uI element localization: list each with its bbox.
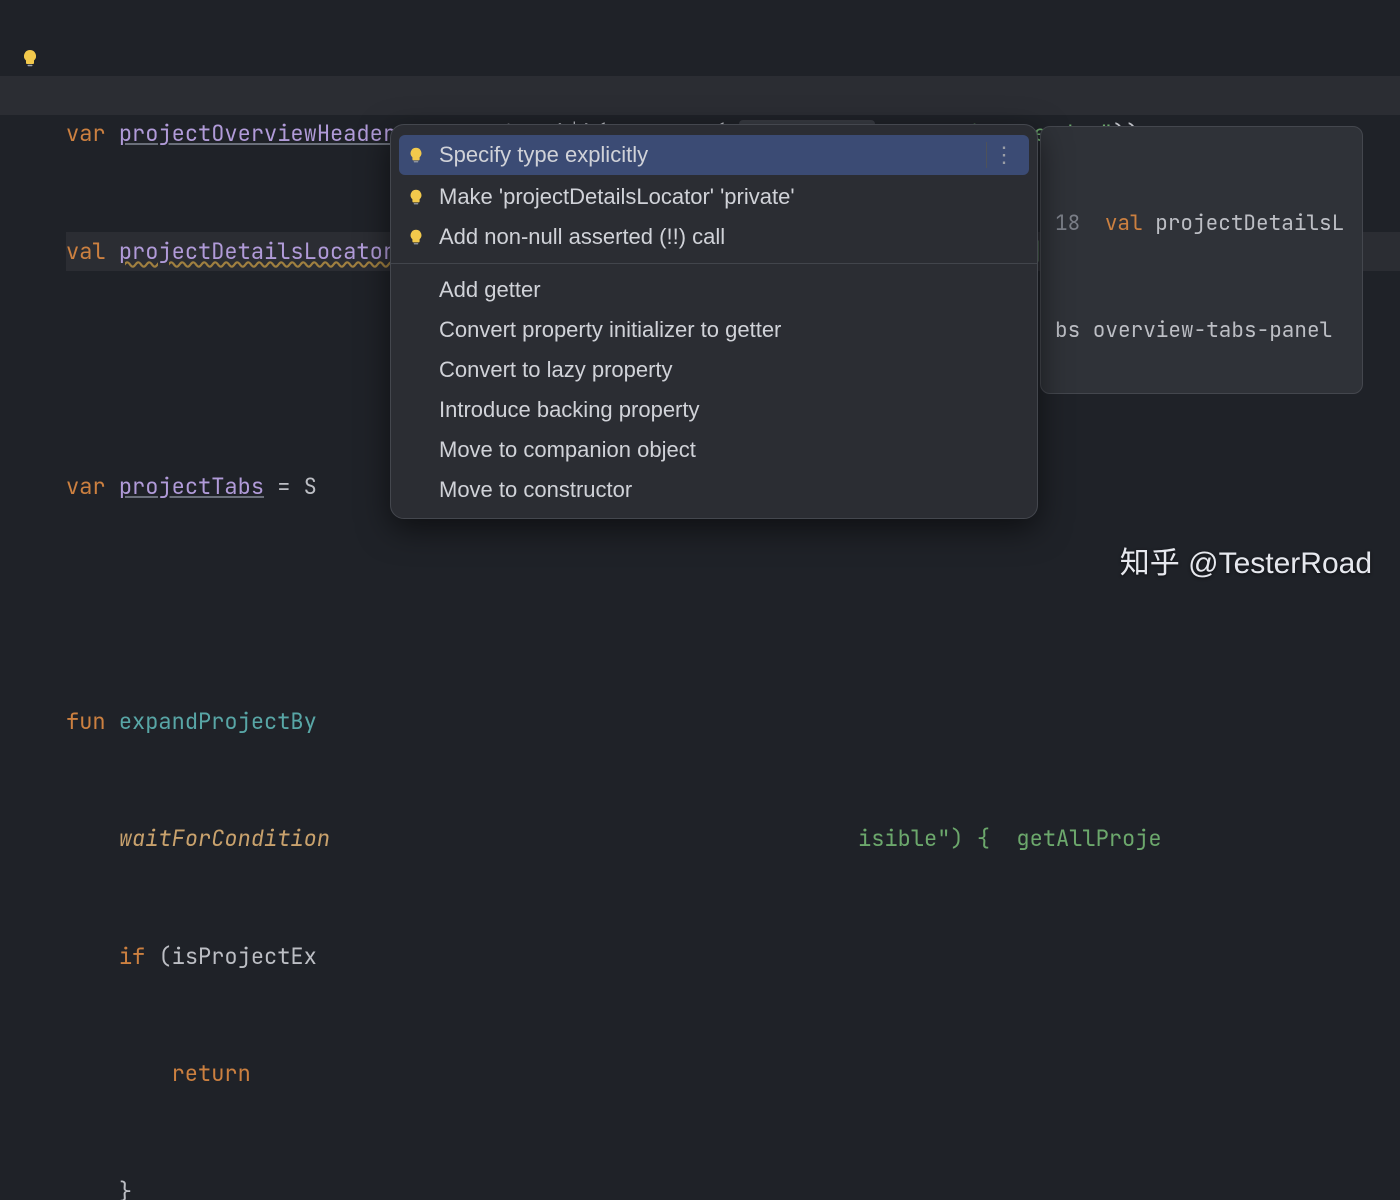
intention-item-label: Convert property initializer to getter (439, 317, 781, 343)
intention-item-move-companion[interactable]: Move to companion object (391, 430, 1037, 470)
intention-item-label: Specify type explicitly (439, 142, 648, 168)
intention-actions-popup: Specify type explicitly ⋮ Make 'projectD… (390, 124, 1038, 519)
lightbulb-icon (405, 146, 427, 164)
lightbulb-icon (405, 228, 427, 246)
intention-item-add-getter[interactable]: Add getter (391, 270, 1037, 310)
intention-item-convert-lazy[interactable]: Convert to lazy property (391, 350, 1037, 390)
line-number: 18 (1055, 210, 1080, 237)
usage-preview-tooltip: 18 val projectDetailsL bs overview-tabs-… (1040, 126, 1363, 394)
code-line[interactable]: waitForCondition isible") { getAllProje (66, 819, 1400, 858)
intention-item-label: Add getter (439, 277, 541, 303)
code-line[interactable]: if (isProjectEx (66, 937, 1400, 976)
intention-item-label: Convert to lazy property (439, 357, 673, 383)
intention-item-backing-property[interactable]: Introduce backing property (391, 390, 1037, 430)
code-line[interactable] (66, 584, 1400, 623)
popup-separator (391, 263, 1037, 264)
lightbulb-icon (405, 188, 427, 206)
intention-item-label: Add non-null asserted (!!) call (439, 224, 725, 250)
intention-item-move-constructor[interactable]: Move to constructor (391, 470, 1037, 510)
code-line[interactable]: return (66, 1054, 1400, 1093)
watermark: 知乎 @TesterRoad (1120, 538, 1372, 582)
intention-item-label: Move to constructor (439, 477, 632, 503)
more-actions-icon[interactable]: ⋮ (986, 142, 1021, 168)
intention-item-specify-type[interactable]: Specify type explicitly ⋮ (399, 135, 1029, 175)
intention-item-convert-initializer[interactable]: Convert property initializer to getter (391, 310, 1037, 350)
intention-item-non-null[interactable]: Add non-null asserted (!!) call (391, 217, 1037, 257)
intention-item-label: Move to companion object (439, 437, 696, 463)
code-line[interactable]: } (66, 1172, 1400, 1200)
code-line[interactable]: fun expandProjectBy (66, 702, 1400, 741)
intention-item-label: Introduce backing property (439, 397, 700, 423)
intention-item-label: Make 'projectDetailsLocator' 'private' (439, 184, 795, 210)
intention-item-make-private[interactable]: Make 'projectDetailsLocator' 'private' (391, 177, 1037, 217)
